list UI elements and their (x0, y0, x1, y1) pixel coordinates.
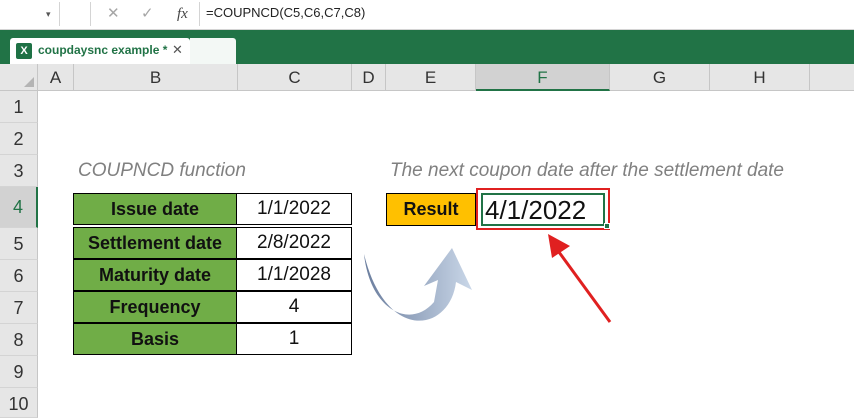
label-cell-settlement-date[interactable]: Settlement date (73, 227, 237, 259)
row-header-1[interactable]: 1 (0, 91, 38, 123)
column-header-g[interactable]: G (610, 64, 710, 91)
label-cell-basis[interactable]: Basis (73, 323, 237, 355)
row-header-7[interactable]: 7 (0, 292, 38, 324)
result-label-cell[interactable]: Result (386, 193, 476, 226)
row-header-8[interactable]: 8 (0, 324, 38, 356)
row-header-4[interactable]: 4 (0, 187, 38, 228)
row-header-5[interactable]: 5 (0, 228, 38, 260)
row-header-3[interactable]: 3 (0, 155, 38, 187)
column-header-f[interactable]: F (476, 64, 610, 91)
select-all-icon (24, 77, 34, 87)
column-header-e[interactable]: E (386, 64, 476, 91)
row-header-2[interactable]: 2 (0, 123, 38, 155)
formula-buttons: ✕ ✓ fx (90, 2, 200, 26)
workbook-tab[interactable]: X coupdaysnc example * ✕ (10, 38, 190, 64)
value-cell-maturity-date[interactable]: 1/1/2028 (236, 259, 352, 291)
new-tab-button[interactable] (190, 38, 236, 64)
column-header-b[interactable]: B (74, 64, 238, 91)
value-cell-basis[interactable]: 1 (236, 323, 352, 355)
result-value-cell[interactable]: 4/1/2022 (476, 188, 610, 230)
value-cell-issue-date[interactable]: 1/1/2022 (236, 193, 352, 225)
column-header-a[interactable]: A (38, 64, 74, 91)
workbook-tab-label: coupdaysnc example * (38, 43, 168, 57)
label-cell-frequency[interactable]: Frequency (73, 291, 237, 323)
curved-arrow-icon (364, 248, 472, 321)
result-value: 4/1/2022 (485, 195, 587, 225)
column-header-c[interactable]: C (238, 64, 352, 91)
name-box-dropdown-icon[interactable]: ▾ (46, 9, 51, 20)
label-cell-issue-date[interactable]: Issue date (73, 193, 237, 225)
label-cell-maturity-date[interactable]: Maturity date (73, 259, 237, 291)
workbook-tab-strip: X coupdaysnc example * ✕ (0, 30, 854, 64)
formula-bar: ▾ ✕ ✓ fx =COUPNCD(C5,C6,C7,C8) (0, 0, 854, 30)
table-caption: COUPNCD function (78, 160, 246, 181)
value-cell-settlement-date[interactable]: 2/8/2022 (236, 227, 352, 259)
close-tab-icon[interactable]: ✕ (172, 42, 183, 58)
fill-handle[interactable] (604, 223, 610, 229)
insert-function-icon[interactable]: fx (177, 6, 188, 22)
enter-formula-icon[interactable]: ✓ (141, 6, 154, 22)
excel-file-icon: X (16, 43, 32, 59)
result-caption: The next coupon date after the settlemen… (390, 160, 784, 181)
value-cell-frequency[interactable]: 4 (236, 291, 352, 323)
name-box[interactable] (0, 2, 60, 26)
column-header-d[interactable]: D (352, 64, 386, 91)
cancel-formula-icon[interactable]: ✕ (107, 6, 120, 22)
row-header-6[interactable]: 6 (0, 260, 38, 292)
row-header-9[interactable]: 9 (0, 356, 38, 388)
column-header-h[interactable]: H (710, 64, 810, 91)
pointer-arrow-icon (548, 234, 612, 323)
column-header-row: A B C D E F G H (0, 64, 854, 91)
row-header-10[interactable]: 10 (0, 388, 38, 418)
formula-input[interactable]: =COUPNCD(C5,C6,C7,C8) (206, 5, 365, 20)
